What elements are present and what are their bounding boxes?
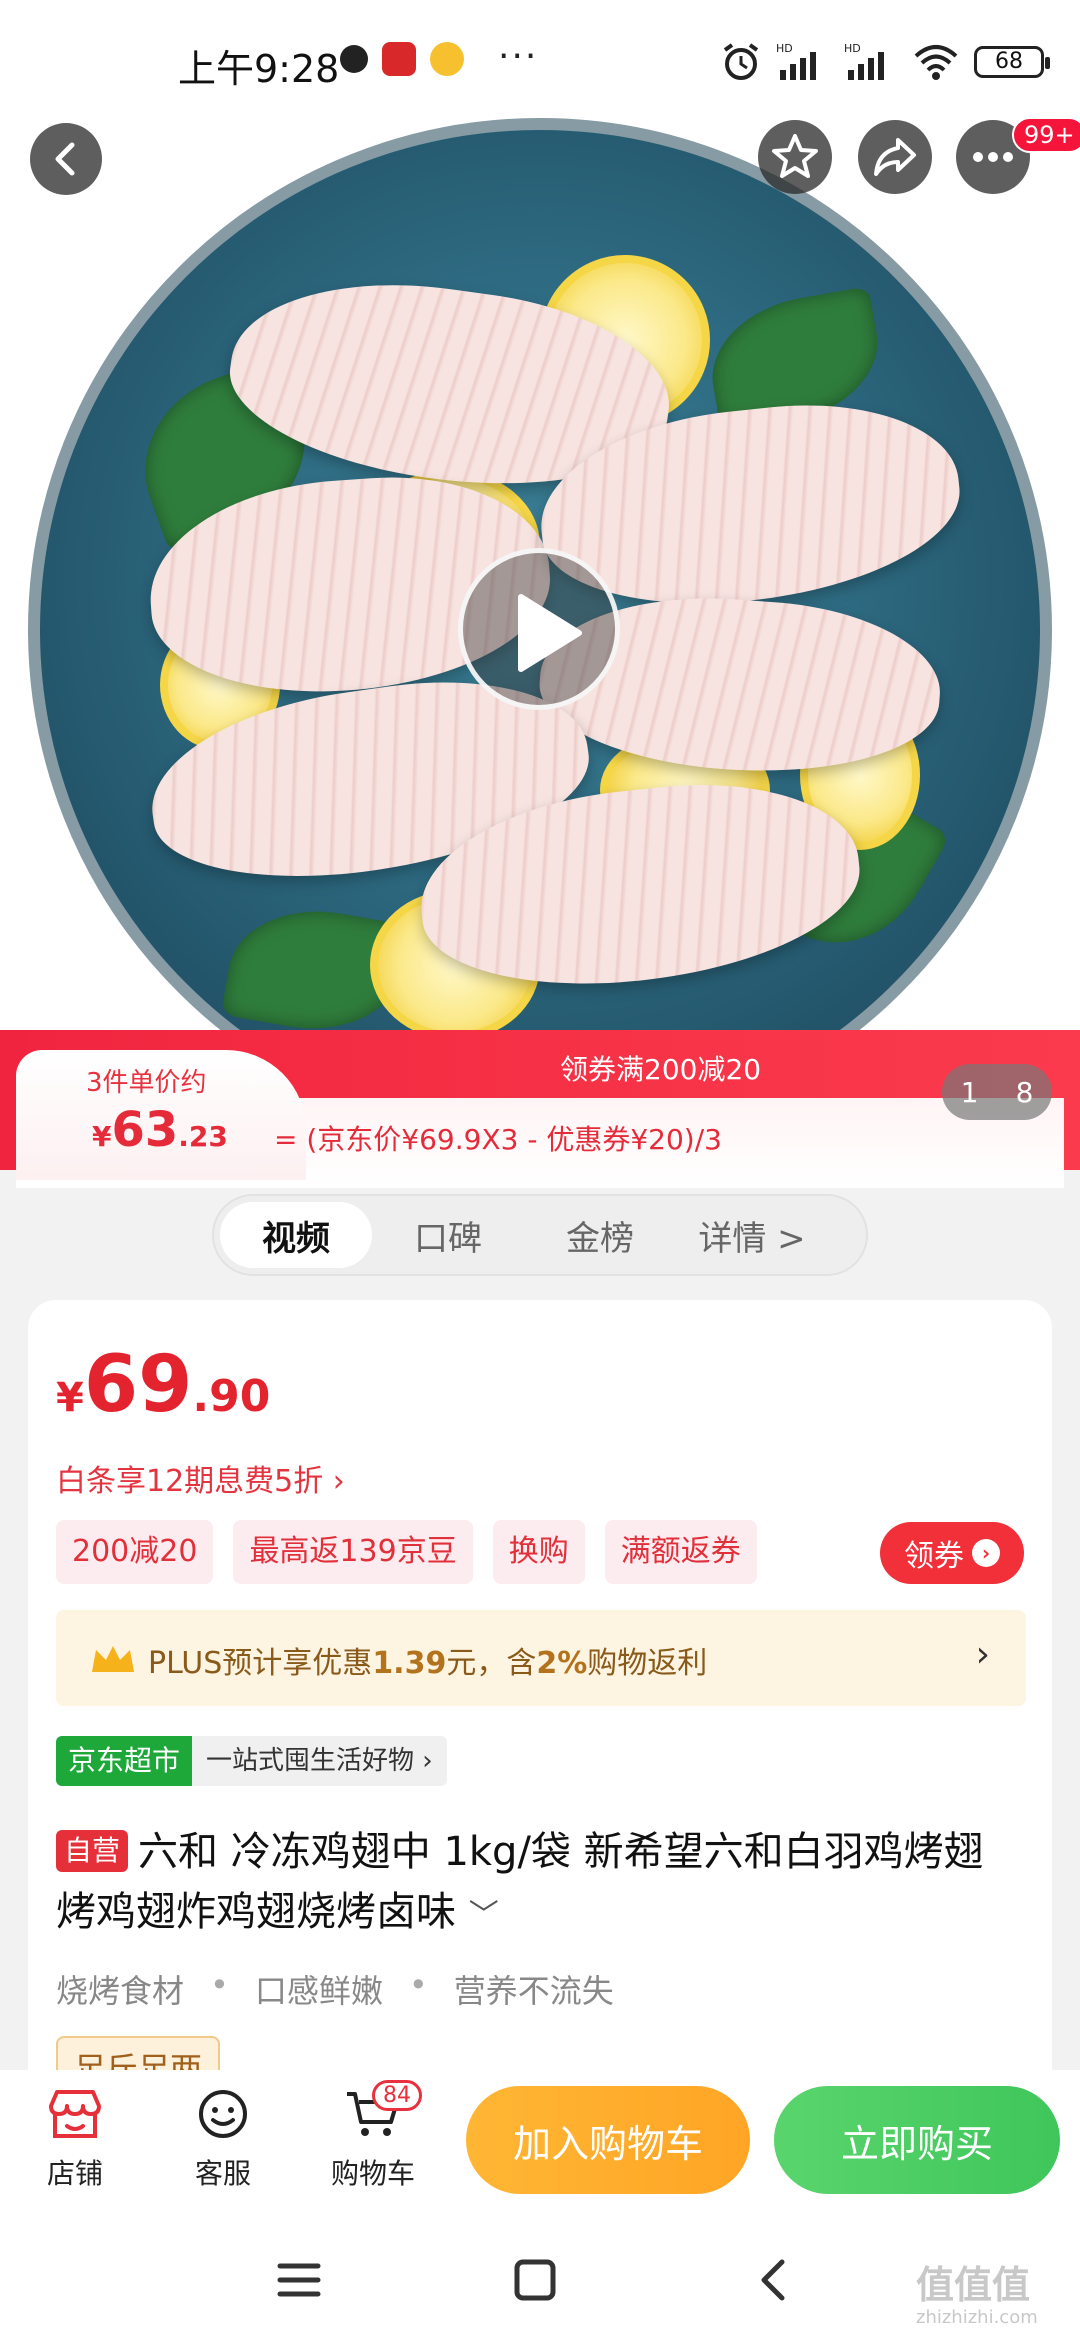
media-tabs: 视频 口碑 金榜 详情 > xyxy=(212,1194,868,1276)
tab-ranking[interactable]: 金榜 xyxy=(524,1202,676,1268)
self-operated-tag: 自营 xyxy=(56,1830,129,1872)
promo-tag[interactable]: 满额返券 xyxy=(604,1520,757,1584)
weibo-icon xyxy=(430,42,464,76)
plus-amount: 1.39 xyxy=(372,1646,447,1681)
get-coupon-label: 领券 xyxy=(904,1539,964,1574)
watermark: 值值值 zhizhizhi.com xyxy=(916,2254,1038,2328)
currency-symbol: ¥ xyxy=(56,1375,84,1421)
plus-prefix: PLUS预计享优惠 xyxy=(148,1646,373,1681)
message-count-badge: 99+ xyxy=(1012,117,1080,153)
signal-hd-icon: HD xyxy=(776,42,816,80)
feature-item: 营养不流失 xyxy=(453,1972,614,2010)
back-arrow-icon xyxy=(55,142,75,176)
unit-price-dec: .23 xyxy=(178,1120,228,1153)
chat-smile-icon xyxy=(199,2090,247,2138)
feature-separator: • xyxy=(210,1966,229,2004)
share-button[interactable] xyxy=(858,120,932,194)
app-notification-icon xyxy=(382,42,416,76)
alarm-icon xyxy=(723,43,759,80)
signal-hd-icon: HD xyxy=(844,42,884,80)
jd-supermarket-link[interactable]: 京东超市 一站式囤生活好物 › xyxy=(56,1736,447,1786)
plus-middle: 元，含 xyxy=(446,1646,537,1681)
watermark-main: 值值值 xyxy=(916,2263,1031,2307)
tab-details[interactable]: 详情 > xyxy=(676,1202,828,1268)
feature-item: 口感鲜嫩 xyxy=(254,1972,383,2010)
home-square-icon xyxy=(514,2259,556,2301)
plus-member-bar[interactable]: PLUS预计享优惠1.39元，含2%购物返利 › xyxy=(56,1610,1026,1706)
unit-price: ¥63.23 xyxy=(92,1102,228,1158)
play-icon xyxy=(518,594,582,672)
play-video-button[interactable] xyxy=(458,548,620,710)
svg-text:HD: HD xyxy=(776,42,793,55)
multi-buy-label: 3件单价约 xyxy=(86,1068,207,1098)
watermark-sub: zhizhizhi.com xyxy=(916,2307,1038,2328)
feature-separator: • xyxy=(408,1966,428,2004)
system-back-button[interactable] xyxy=(740,2250,810,2310)
baitiao-installment-link[interactable]: 白条享12期息费5折 › xyxy=(56,1456,345,1500)
plus-percent: 2% xyxy=(536,1646,588,1681)
product-title-text: 六和 冷冻鸡翅中 1kg/袋 新希望六和白羽鸡烤翅烤鸡翅炸鸡翅烧烤卤味 xyxy=(56,1829,984,1935)
shop-icon xyxy=(49,2090,101,2138)
unit-price-int: 63 xyxy=(111,1102,179,1158)
image-counter-total: 8 xyxy=(1015,1075,1034,1109)
promo-tags: 200减20 最高返139京豆 换购 满额返券 xyxy=(56,1520,757,1584)
customer-service-label: 客服 xyxy=(194,2157,251,2190)
chevron-right-icon: › xyxy=(972,1539,1000,1567)
tab-reviews[interactable]: 口碑 xyxy=(372,1202,524,1268)
product-price: ¥69.90 xyxy=(56,1340,270,1430)
feature-item: 烧烤食材 xyxy=(56,1972,185,2010)
customer-service-button[interactable]: 客服 xyxy=(168,2086,278,2192)
coupon-offer-text: 领券满200减20 xyxy=(560,1053,762,1086)
menu-icon xyxy=(277,2263,321,2297)
currency-symbol: ¥ xyxy=(92,1120,112,1153)
product-features: 烧烤食材 • 口感鲜嫩 • 营养不流失 xyxy=(56,1966,614,2012)
price-int: 69 xyxy=(83,1340,193,1430)
plus-suffix: 购物返利 xyxy=(587,1646,708,1681)
promo-tag[interactable]: 换购 xyxy=(492,1520,585,1584)
chevron-right-icon: › xyxy=(975,1634,990,1675)
battery-icon: 68 xyxy=(974,46,1050,78)
shop-label: 店铺 xyxy=(46,2157,103,2190)
status-bar: 上午9:28 ··· HD HD 68 xyxy=(0,0,1080,120)
promo-tag[interactable]: 最高返139京豆 xyxy=(233,1520,473,1584)
plus-benefit-text: PLUS预计享优惠1.39元，含2%购物返利 xyxy=(148,1638,707,1682)
status-time: 上午9:28 xyxy=(178,47,340,91)
recent-apps-button[interactable] xyxy=(264,2250,334,2310)
svg-text:HD: HD xyxy=(844,42,861,55)
favorite-button[interactable] xyxy=(758,120,832,194)
price-banner: 3件单价约 ¥63.23 领券满200减20 = (京东价¥69.9X3 - 优… xyxy=(0,1030,1080,1188)
promo-tag[interactable]: 200减20 xyxy=(56,1520,214,1584)
get-coupon-button[interactable]: 领券 › xyxy=(880,1522,1024,1584)
status-overflow: ··· xyxy=(498,36,539,77)
back-chevron-icon xyxy=(761,2259,785,2301)
add-to-cart-button[interactable]: 加入购物车 xyxy=(466,2086,750,2194)
back-button[interactable] xyxy=(30,123,102,195)
cart-count-badge: 84 xyxy=(372,2080,422,2111)
store-tag: 京东超市 xyxy=(56,1736,193,1786)
star-icon xyxy=(772,134,818,178)
wifi-icon xyxy=(914,45,958,80)
app-notification-icon xyxy=(340,45,368,73)
product-title[interactable]: 自营 六和 冷冻鸡翅中 1kg/袋 新希望六和白羽鸡烤翅烤鸡翅炸鸡翅烧烤卤味 ﹀ xyxy=(56,1822,1016,1946)
crown-icon xyxy=(92,1646,134,1672)
store-slogan: 一站式囤生活好物 › xyxy=(192,1736,447,1786)
expand-title-icon[interactable]: ﹀ xyxy=(469,1898,499,1933)
share-icon xyxy=(874,138,916,176)
buy-now-button[interactable]: 立即购买 xyxy=(774,2086,1060,2194)
shop-button[interactable]: 店铺 xyxy=(20,2086,130,2192)
price-formula: = (京东价¥69.9X3 - 优惠券¥20)/3 xyxy=(274,1123,722,1156)
tab-video[interactable]: 视频 xyxy=(220,1202,372,1268)
price-dec: .90 xyxy=(192,1371,271,1422)
home-button[interactable] xyxy=(500,2250,570,2310)
image-counter-current: 1 xyxy=(960,1075,979,1109)
image-counter: 1 8 xyxy=(942,1064,1052,1120)
cart-label: 购物车 xyxy=(330,2157,415,2190)
